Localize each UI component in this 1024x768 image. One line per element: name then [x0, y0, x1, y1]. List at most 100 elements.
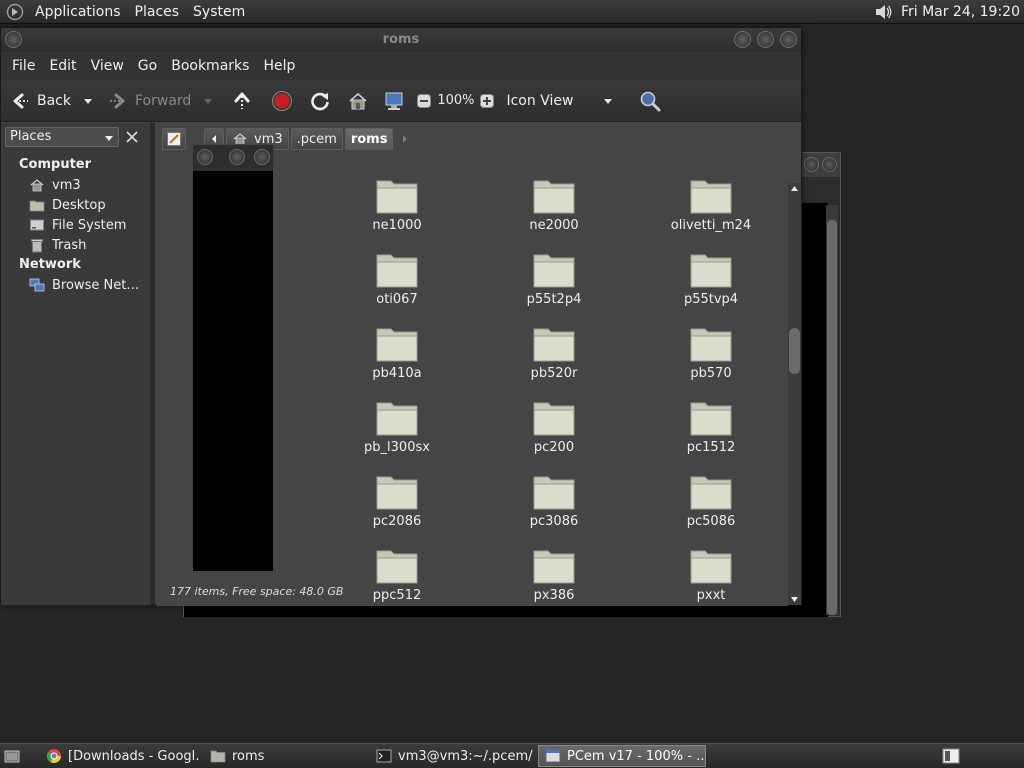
back-history-dropdown-icon[interactable] — [83, 96, 93, 106]
taskbar-item-terminal[interactable]: vm3@vm3:~/.pcem/… — [370, 745, 534, 767]
pcem-scroll-thumb[interactable] — [827, 220, 837, 615]
scroll-down-icon[interactable] — [790, 595, 799, 603]
menu-view[interactable]: View — [84, 58, 131, 74]
folder-item[interactable]: pc5086 — [646, 471, 776, 529]
taskbar-item-roms[interactable]: roms — [204, 745, 366, 767]
taskbar-item-chrome[interactable]: [Downloads - Googl… — [40, 745, 200, 767]
folder-item[interactable]: p55t2p4 — [489, 249, 619, 307]
folder-icon — [533, 476, 575, 510]
folder-item[interactable]: pb410a — [332, 323, 462, 381]
taskbar-item-label: [Downloads - Googl… — [68, 748, 200, 764]
taskbar-item-pcem[interactable]: PCem v17 - 100% - … — [538, 745, 706, 767]
folder-item[interactable]: p55tvp4 — [646, 249, 776, 307]
folder-label: pc1512 — [686, 440, 736, 455]
breadcrumb-label: .pcem — [296, 131, 337, 147]
chevron-right-icon[interactable] — [401, 134, 409, 144]
vertical-scrollbar[interactable] — [788, 183, 801, 605]
folder-item[interactable]: pb_l300sx — [332, 397, 462, 455]
forward-history-dropdown-icon[interactable] — [203, 96, 213, 106]
folder-item[interactable]: pc200 — [489, 397, 619, 455]
folder-label: pc5086 — [686, 514, 736, 529]
close-button[interactable] — [780, 31, 797, 48]
search-icon[interactable] — [639, 90, 661, 112]
folder-item[interactable]: ppc512 — [332, 545, 462, 603]
folder-label: pb570 — [690, 366, 732, 381]
folder-icon — [210, 750, 226, 763]
folder-label: pxxt — [696, 588, 726, 603]
scroll-thumb[interactable] — [789, 328, 800, 374]
applications-menu[interactable]: Applications — [28, 4, 128, 20]
pcem-maximize-button[interactable] — [804, 157, 819, 172]
gnome-logo-icon[interactable] — [6, 3, 24, 21]
zoom-level: 100% — [437, 93, 475, 108]
terminal-icon — [376, 749, 392, 763]
back-button[interactable]: Back — [9, 90, 71, 112]
folder-icon — [376, 328, 418, 362]
sidebar-item-desktop[interactable]: Desktop — [29, 197, 106, 213]
chevron-down-icon — [105, 136, 113, 141]
back-label: Back — [37, 92, 71, 109]
places-menu[interactable]: Places — [128, 4, 187, 20]
folder-item[interactable]: ne1000 — [332, 175, 462, 233]
close-icon[interactable] — [125, 130, 139, 144]
folder-item[interactable]: pb520r — [489, 323, 619, 381]
folder-item[interactable]: pb570 — [646, 323, 776, 381]
reload-icon[interactable] — [309, 90, 331, 112]
pane-splitter[interactable] — [150, 123, 155, 605]
sidebar-item-browse-network[interactable]: Browse Net… — [29, 277, 139, 293]
folder-label: pc200 — [533, 440, 575, 455]
blank-window-titlebar[interactable] — [193, 145, 273, 171]
stop-icon[interactable] — [271, 90, 293, 112]
volume-icon[interactable] — [873, 2, 893, 22]
toggle-location-button[interactable] — [162, 128, 186, 150]
folder-icon — [690, 550, 732, 584]
breadcrumb-roms[interactable]: roms — [344, 128, 394, 150]
clock[interactable]: Fri Mar 24, 19:20 — [901, 4, 1024, 20]
maximize-button[interactable] — [757, 31, 774, 48]
show-desktop-button[interactable] — [0, 745, 30, 767]
folder-item[interactable]: oti067 — [332, 249, 462, 307]
computer-icon[interactable] — [383, 90, 405, 112]
zoom-in-icon[interactable] — [480, 93, 495, 108]
scroll-up-icon[interactable] — [790, 185, 799, 193]
sidebar-type-select[interactable]: Places — [5, 127, 119, 147]
sidebar-item-file-system[interactable]: File System — [29, 217, 126, 233]
window-title: roms — [382, 32, 420, 47]
menu-file[interactable]: File — [5, 58, 42, 74]
blank-window[interactable] — [192, 144, 274, 572]
folder-item[interactable]: ne2000 — [489, 175, 619, 233]
folder-item[interactable]: pxxt — [646, 545, 776, 603]
window-titlebar[interactable]: roms — [1, 28, 801, 52]
menu-bookmarks[interactable]: Bookmarks — [164, 58, 256, 74]
trash-icon — [31, 239, 43, 253]
blank-window-minimize-button[interactable] — [197, 149, 213, 165]
pcem-scrollbar[interactable] — [826, 205, 838, 615]
folder-item[interactable]: px386 — [489, 545, 619, 603]
folder-item[interactable]: pc1512 — [646, 397, 776, 455]
home-icon[interactable] — [347, 90, 369, 112]
chevron-down-icon — [604, 98, 613, 104]
chevron-left-icon — [212, 135, 216, 143]
workspace-switcher-icon[interactable] — [942, 747, 960, 765]
folder-item[interactable]: pc3086 — [489, 471, 619, 529]
sidebar-heading-network: Network — [19, 257, 81, 272]
minimize-button[interactable] — [734, 31, 751, 48]
blank-window-close-button[interactable] — [254, 149, 270, 165]
menu-go[interactable]: Go — [131, 58, 164, 74]
menu-edit[interactable]: Edit — [42, 58, 83, 74]
pcem-close-button[interactable] — [822, 157, 837, 172]
sidebar-item-trash[interactable]: Trash — [29, 237, 86, 253]
desktop-folder-icon — [29, 200, 45, 212]
menu-help[interactable]: Help — [256, 58, 302, 74]
up-arrow-icon[interactable] — [231, 90, 253, 112]
blank-window-maximize-button[interactable] — [229, 149, 245, 165]
folder-label: pc3086 — [529, 514, 579, 529]
folder-item[interactable]: pc2086 — [332, 471, 462, 529]
sidebar-item-vm3[interactable]: vm3 — [29, 177, 81, 193]
view-mode-select[interactable]: Icon View — [506, 93, 613, 109]
folder-item[interactable]: olivetti_m24 — [646, 175, 776, 233]
forward-button[interactable]: Forward — [107, 90, 191, 112]
breadcrumb-pcem[interactable]: .pcem — [290, 128, 343, 150]
system-menu[interactable]: System — [186, 4, 252, 20]
zoom-out-icon[interactable] — [417, 93, 432, 108]
